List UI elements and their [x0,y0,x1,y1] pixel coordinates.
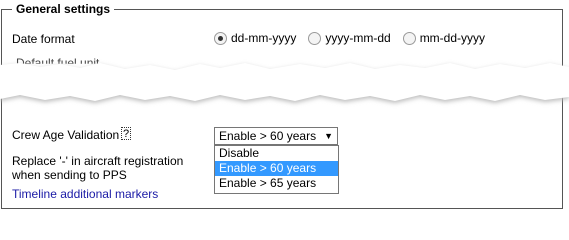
section-legend: General settings [12,2,115,16]
date-format-option-label: mm-dd-yyyy [419,31,486,45]
timeline-additional-markers-link[interactable]: Timeline additional markers [12,187,158,201]
date-format-option-label: dd-mm-yyyy [231,31,297,45]
crew-age-dropdown-list: Disable Enable > 60 years Enable > 65 ye… [214,145,339,194]
date-format-radio-group: dd-mm-yyyy yyyy-mm-dd mm-dd-yyyy [214,31,497,45]
date-format-option-label: yyyy-mm-dd [325,31,391,45]
date-format-option-yyyy-mm-dd[interactable]: yyyy-mm-dd [308,31,391,45]
replace-dash-label-line1: Replace '-' in aircraft registration [12,154,184,168]
dropdown-option-disable[interactable]: Disable [215,146,338,161]
crew-age-selected-value: Enable > 60 years [219,129,317,143]
dropdown-option-enable-65[interactable]: Enable > 65 years [215,176,338,191]
dropdown-option-enable-60[interactable]: Enable > 60 years [215,161,338,176]
date-format-label: Date format [12,32,75,46]
radio-button[interactable] [308,31,322,45]
crew-age-select[interactable]: Enable > 60 years ▼ [214,127,338,145]
radio-button[interactable] [402,31,416,45]
help-icon[interactable]: ? [121,127,131,140]
radio-button-checked[interactable] [214,31,227,45]
chevron-down-icon: ▼ [324,131,333,141]
date-format-option-mm-dd-yyyy[interactable]: mm-dd-yyyy [402,31,486,45]
replace-dash-label-line2: when sending to PPS [12,168,127,182]
date-format-option-dd-mm-yyyy[interactable]: dd-mm-yyyy [214,31,296,45]
crew-age-validation-label: Crew Age Validation [12,128,120,142]
torn-paper-divider [0,63,569,103]
